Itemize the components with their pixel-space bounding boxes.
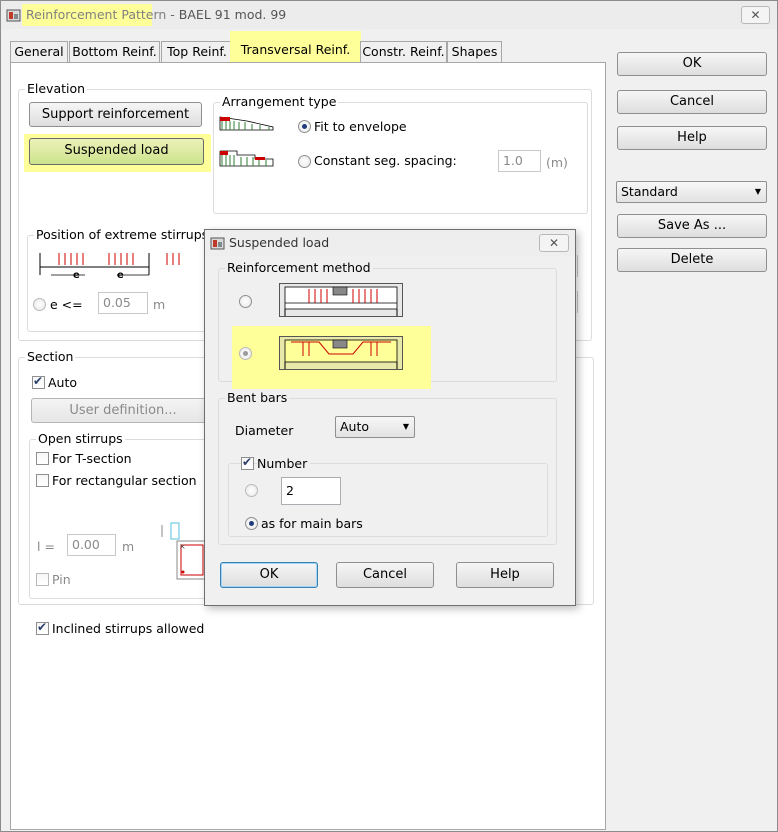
diameter-select[interactable]: Auto ▼ — [335, 416, 415, 438]
dialog-title-bar: Suspended load ✕ — [205, 230, 575, 256]
number-label: Number — [257, 456, 311, 471]
inclined-stirrups-label: Inclined stirrups allowed — [52, 621, 205, 636]
dialog-app-icon — [210, 237, 225, 250]
preset-value: Standard — [621, 184, 678, 199]
save-as-button[interactable]: Save As ... — [617, 214, 767, 238]
pin-label: Pin — [52, 572, 71, 587]
l-unit: m — [122, 539, 135, 554]
suspended-load-label: Suspended load — [64, 143, 169, 158]
chevron-down-icon: ▼ — [754, 187, 761, 196]
rect-section-label: For rectangular section — [52, 473, 197, 488]
tab-general[interactable]: General — [10, 41, 68, 63]
tab-transversal-reinf[interactable]: Transversal Reinf. — [230, 31, 361, 64]
tab-top-reinf[interactable]: Top Reinf. — [161, 41, 233, 63]
method-1-radio[interactable] — [239, 295, 252, 308]
constant-spacing-diagram-icon — [219, 150, 274, 167]
dialog-ok-button[interactable]: OK — [220, 562, 318, 588]
dialog-cancel-button[interactable]: Cancel — [336, 562, 434, 588]
e-limit-radio[interactable] — [33, 298, 46, 311]
window-title: Reinforcement Pattern - BAEL 91 mod. 99 — [26, 7, 287, 22]
hidden-control-edge — [576, 291, 578, 313]
inclined-stirrups-checkbox[interactable] — [36, 620, 49, 635]
extreme-stirrups-title: Position of extreme stirrups — [34, 227, 211, 242]
help-button[interactable]: Help — [617, 126, 767, 150]
suspended-load-button[interactable]: Suspended load — [25, 135, 208, 168]
delete-button[interactable]: Delete — [617, 248, 767, 272]
constant-spacing-input[interactable]: 1.0 — [498, 150, 541, 172]
constant-spacing-radio[interactable] — [298, 155, 311, 168]
main-window: Reinforcement Pattern - BAEL 91 mod. 99 … — [0, 0, 778, 832]
suspended-load-dialog: Suspended load ✕ Reinforcement method Be… — [204, 229, 576, 606]
method-2-radio[interactable] — [239, 347, 252, 360]
t-section-label: For T-section — [52, 451, 132, 466]
number-custom-radio[interactable] — [245, 484, 258, 497]
e-limit-label: e <= — [50, 297, 83, 312]
method-1-diagram-icon — [279, 283, 403, 317]
user-definition-button[interactable]: User definition... — [31, 398, 215, 423]
svg-text:×: × — [179, 542, 186, 551]
ok-button[interactable]: OK — [617, 52, 767, 76]
bent-bars-title: Bent bars — [225, 390, 290, 405]
l-label: l = — [37, 539, 55, 554]
chevron-down-icon: ▼ — [402, 422, 409, 431]
dialog-title: Suspended load — [229, 235, 330, 250]
svg-text:e: e — [117, 270, 124, 281]
section-title: Section — [25, 349, 76, 364]
cancel-button[interactable]: Cancel — [617, 90, 767, 114]
elevation-title: Elevation — [25, 81, 88, 96]
tab-shapes[interactable]: Shapes — [447, 41, 502, 63]
support-reinforcement-button[interactable]: Support reinforcement — [29, 102, 202, 127]
title-bar: Reinforcement Pattern - BAEL 91 mod. 99 … — [1, 1, 777, 29]
constant-spacing-unit: (m) — [546, 155, 568, 170]
fit-envelope-diagram-icon — [219, 116, 274, 131]
extreme-stirrups-diagram-icon: e e — [39, 253, 180, 281]
diameter-value: Auto — [340, 419, 370, 434]
tab-bottom-reinf[interactable]: Bottom Reinf. — [69, 41, 160, 63]
number-checkbox[interactable] — [241, 455, 254, 470]
constant-spacing-label: Constant seg. spacing: — [314, 153, 457, 168]
reinforcement-method-title: Reinforcement method — [225, 260, 373, 275]
diameter-label: Diameter — [235, 423, 294, 438]
number-input[interactable]: 2 — [281, 477, 341, 505]
dialog-close-icon[interactable]: ✕ — [539, 234, 569, 252]
tab-constr-reinf[interactable]: Constr. Reinf. — [360, 41, 447, 63]
app-icon — [6, 9, 21, 22]
svg-text:e: e — [73, 270, 80, 281]
method-2-diagram-icon — [279, 336, 403, 370]
open-stirrups-title: Open stirrups — [36, 431, 125, 446]
extreme-stirrups-group: Position of extreme stirrups — [27, 227, 211, 332]
dialog-help-button[interactable]: Help — [456, 562, 554, 588]
stirrup-section-icon: × — [161, 522, 208, 580]
as-main-bars-label: as for main bars — [261, 516, 363, 531]
hidden-control-edge — [576, 255, 578, 277]
close-icon[interactable]: ✕ — [741, 6, 770, 24]
fit-envelope-radio[interactable] — [298, 120, 311, 133]
auto-checkbox[interactable] — [32, 374, 45, 389]
auto-label: Auto — [48, 375, 78, 390]
as-main-bars-radio[interactable] — [245, 517, 258, 530]
preset-select[interactable]: Standard ▼ — [616, 181, 767, 203]
l-input[interactable]: 0.00 — [67, 534, 116, 556]
pin-checkbox[interactable] — [36, 573, 49, 586]
e-limit-unit: m — [153, 297, 166, 312]
fit-envelope-label: Fit to envelope — [314, 119, 407, 134]
t-section-checkbox[interactable] — [36, 452, 49, 465]
rect-section-checkbox[interactable] — [36, 474, 49, 487]
arrangement-title: Arrangement type — [220, 94, 339, 109]
e-limit-input[interactable]: 0.05 — [98, 292, 148, 314]
